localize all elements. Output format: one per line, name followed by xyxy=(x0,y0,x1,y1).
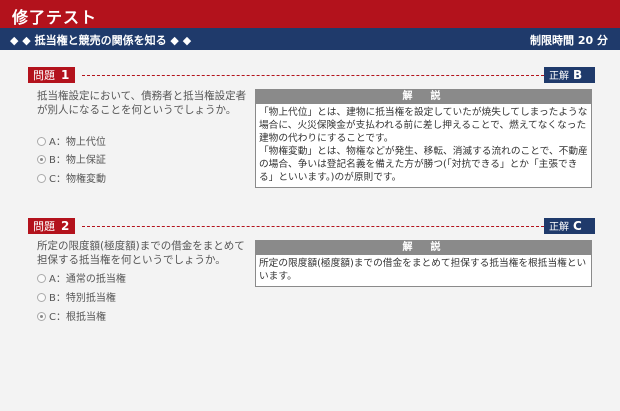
option-b-1[interactable]: B：物上保証 xyxy=(37,154,106,168)
radio-icon[interactable] xyxy=(37,137,46,146)
radio-icon[interactable] xyxy=(37,174,46,183)
radio-selected-icon[interactable] xyxy=(37,155,46,164)
answer-letter: B xyxy=(573,68,583,82)
option-c-2[interactable]: C：根抵当権 xyxy=(37,311,106,325)
radio-selected-icon[interactable] xyxy=(37,312,46,321)
explanation-body: 所定の限度額(極度額)までの借金をまとめて担保する抵当権を根抵当権といいます。 xyxy=(259,258,587,282)
question-label-2: 問題 2 xyxy=(28,218,76,234)
page-title: 修了テスト xyxy=(12,8,98,27)
time-limit: 制限時間 20 分 xyxy=(530,34,608,47)
question-text-1: 抵当権設定において、債務者と抵当権設定者が別人になることを何というでしょうか。 xyxy=(37,90,247,116)
answer-letter: C xyxy=(573,219,582,233)
radio-icon[interactable] xyxy=(37,274,46,283)
answer-badge-1: 正解 B xyxy=(544,67,595,83)
question-text-2: 所定の限度額(極度額)までの借金をまとめて担保する抵当権を何というでしょうか。 xyxy=(37,240,245,266)
question-label-1: 問題 1 xyxy=(28,67,76,83)
divider xyxy=(82,75,544,76)
topic-title: ◆ ◆ 抵当権と競売の関係を知る ◆ ◆ xyxy=(10,34,192,47)
explanation-title: 解 説 xyxy=(256,241,591,255)
divider xyxy=(82,226,544,227)
question-number: 1 xyxy=(61,68,70,82)
radio-icon[interactable] xyxy=(37,293,46,302)
option-a-1[interactable]: A：物上代位 xyxy=(37,136,106,150)
option-c-1[interactable]: C：物権変動 xyxy=(37,173,106,187)
option-a-2[interactable]: A：通常の抵当権 xyxy=(37,273,126,287)
explanation-panel-1: 解 説 「物上代位」とは、建物に抵当権を設定していたが焼失してしまったような場合… xyxy=(255,89,592,188)
option-b-2[interactable]: B：特別抵当権 xyxy=(37,292,116,306)
explanation-panel-2: 解 説 所定の限度額(極度額)までの借金をまとめて担保する抵当権を根抵当権といい… xyxy=(255,240,592,287)
topic-bar: ◆ ◆ 抵当権と競売の関係を知る ◆ ◆ 制限時間 20 分 xyxy=(0,28,620,50)
answer-badge-2: 正解 C xyxy=(544,218,595,234)
question-number: 2 xyxy=(61,219,70,233)
explanation-body: 「物上代位」とは、建物に抵当権を設定していたが焼失してしまったような場合に、火災… xyxy=(259,107,588,183)
app-header: 修了テスト xyxy=(0,0,620,28)
explanation-title: 解 説 xyxy=(256,90,591,104)
